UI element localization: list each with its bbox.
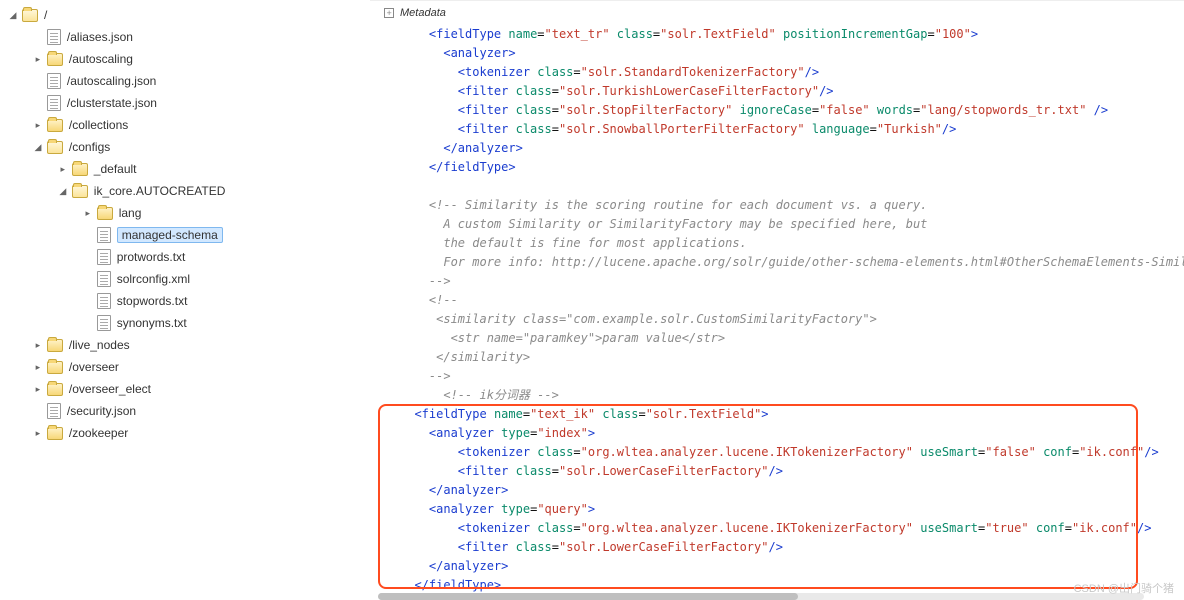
content-panel: + Metadata <fieldType name="text_tr" cla…: [370, 0, 1184, 600]
tree-item[interactable]: /autoscaling.json: [8, 70, 370, 92]
tree-item[interactable]: ▸ /overseer: [8, 356, 370, 378]
tree-item-label: /aliases.json: [67, 30, 133, 44]
tree-item-label: /overseer: [69, 360, 119, 374]
tree-item[interactable]: managed-schema: [8, 224, 370, 246]
tree-item[interactable]: /clusterstate.json: [8, 92, 370, 114]
tree-item-label: /collections: [69, 118, 128, 132]
tree-item[interactable]: solrconfig.xml: [8, 268, 370, 290]
expand-icon[interactable]: ▸: [33, 362, 43, 372]
tree-item[interactable]: stopwords.txt: [8, 290, 370, 312]
file-tree: ◢ / /aliases.json ▸ /autoscaling /autosca…: [0, 0, 370, 600]
expand-icon[interactable]: ▸: [83, 208, 93, 218]
folder-icon: [47, 383, 63, 396]
tree-item[interactable]: /security.json: [8, 400, 370, 422]
tree-item[interactable]: ▸ /overseer_elect: [8, 378, 370, 400]
tree-item[interactable]: ◢ ik_core.AUTOCREATED: [8, 180, 370, 202]
folder-icon: [47, 427, 63, 440]
tree-item[interactable]: ▸ /autoscaling: [8, 48, 370, 70]
tree-item[interactable]: protwords.txt: [8, 246, 370, 268]
file-icon: [47, 403, 61, 419]
tree-item-label: _default: [94, 162, 137, 176]
collapse-icon[interactable]: ◢: [33, 142, 43, 152]
expand-icon[interactable]: ▸: [33, 428, 43, 438]
tree-item-label: protwords.txt: [117, 250, 186, 264]
tree-item-label: /live_nodes: [69, 338, 130, 352]
expand-icon[interactable]: ▸: [33, 120, 43, 130]
expand-icon[interactable]: +: [384, 8, 394, 18]
collapse-icon[interactable]: ◢: [58, 186, 68, 196]
tree-item[interactable]: ▸ _default: [8, 158, 370, 180]
file-icon: [47, 29, 61, 45]
file-icon: [97, 315, 111, 331]
file-icon: [97, 249, 111, 265]
tree-item[interactable]: ◢ /configs: [8, 136, 370, 158]
tree-item-label: managed-schema: [117, 227, 223, 243]
expand-icon[interactable]: ▸: [58, 164, 68, 174]
folder-icon: [47, 361, 63, 374]
watermark: CSDN @出门骑个猪: [1074, 580, 1174, 596]
folder-icon: [47, 141, 63, 154]
tree-item-label: /security.json: [67, 404, 136, 418]
collapse-icon[interactable]: ◢: [8, 10, 18, 20]
tree-item-label: synonyms.txt: [117, 316, 187, 330]
folder-icon: [47, 119, 63, 132]
code-viewer[interactable]: <fieldType name="text_tr" class="solr.Te…: [370, 25, 1184, 600]
file-icon: [47, 73, 61, 89]
tree-item-label: /zookeeper: [69, 426, 128, 440]
tree-item[interactable]: synonyms.txt: [8, 312, 370, 334]
tree-item-label: /clusterstate.json: [67, 96, 157, 110]
folder-icon: [22, 9, 38, 22]
tree-item-label: /autoscaling: [69, 52, 133, 66]
folder-icon: [47, 339, 63, 352]
folder-icon: [72, 163, 88, 176]
metadata-title: Metadata: [400, 7, 446, 19]
folder-icon: [72, 185, 88, 198]
tree-item-label: stopwords.txt: [117, 294, 188, 308]
tree-item-label: ik_core.AUTOCREATED: [94, 184, 226, 198]
tree-item[interactable]: ▸ /zookeeper: [8, 422, 370, 444]
horizontal-scrollbar[interactable]: [378, 593, 1144, 600]
metadata-header[interactable]: + Metadata: [384, 7, 1184, 19]
folder-icon: [97, 207, 113, 220]
file-icon: [97, 227, 111, 243]
tree-item-label: /configs: [69, 140, 110, 154]
expand-icon[interactable]: ▸: [33, 384, 43, 394]
tree-item[interactable]: ▸ /collections: [8, 114, 370, 136]
expand-icon[interactable]: ▸: [33, 340, 43, 350]
tree-item[interactable]: ▸ /live_nodes: [8, 334, 370, 356]
tree-item-label: lang: [119, 206, 142, 220]
tree-item-label: /overseer_elect: [69, 382, 151, 396]
tree-item-label: /autoscaling.json: [67, 74, 156, 88]
tree-item[interactable]: ▸ lang: [8, 202, 370, 224]
tree-root[interactable]: ◢ /: [8, 4, 370, 26]
file-icon: [47, 95, 61, 111]
tree-item[interactable]: /aliases.json: [8, 26, 370, 48]
folder-icon: [47, 53, 63, 66]
tree-root-label: /: [44, 8, 47, 22]
file-icon: [97, 293, 111, 309]
expand-icon[interactable]: ▸: [33, 54, 43, 64]
file-icon: [97, 271, 111, 287]
tree-item-label: solrconfig.xml: [117, 272, 190, 286]
